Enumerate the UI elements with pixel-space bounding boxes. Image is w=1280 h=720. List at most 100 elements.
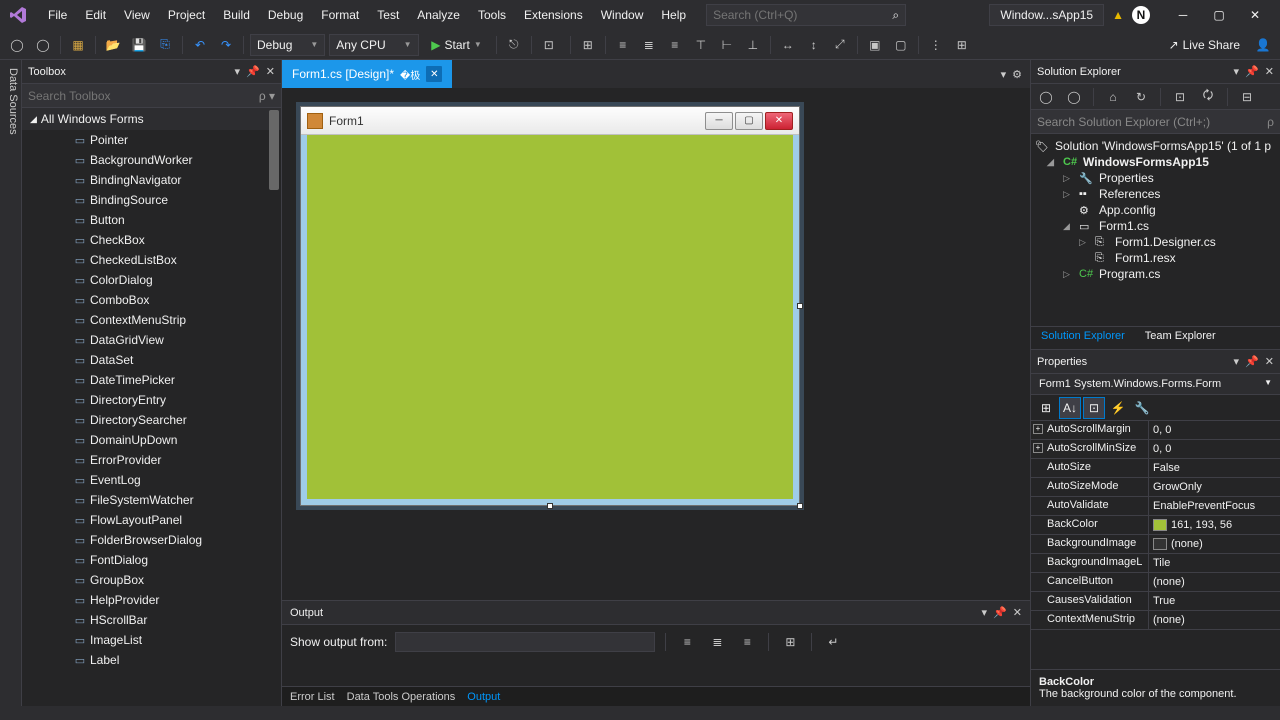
toolbox-item[interactable]: ▭DirectorySearcher — [22, 410, 281, 430]
output-btn3[interactable]: ≡ — [736, 631, 758, 653]
redo-icon[interactable]: ↷ — [215, 34, 237, 56]
menu-help[interactable]: Help — [653, 4, 694, 26]
save-icon[interactable]: 💾 — [128, 34, 150, 56]
toolbox-item[interactable]: ▭DataSet — [22, 350, 281, 370]
menu-format[interactable]: Format — [313, 4, 367, 26]
tree-references[interactable]: ▷▪▪References — [1031, 186, 1280, 202]
form-designer[interactable]: Form1 ─ ▢ ✕ — [282, 88, 1030, 600]
align-mid-icon[interactable]: ⊢ — [716, 34, 738, 56]
output-btn2[interactable]: ≣ — [706, 631, 728, 653]
align-center-icon[interactable]: ≣ — [638, 34, 660, 56]
resize-handle-s[interactable] — [547, 503, 553, 509]
scrollbar-thumb[interactable] — [269, 110, 279, 190]
toolbox-search[interactable]: ρ ▾ — [22, 84, 281, 108]
output-btn1[interactable]: ≡ — [676, 631, 698, 653]
resize-handle-se[interactable] — [797, 503, 803, 509]
toolbox-item[interactable]: ▭ImageList — [22, 630, 281, 650]
toolbox-item[interactable]: ▭DomainUpDown — [22, 430, 281, 450]
toolbox-item[interactable]: ▭DateTimePicker — [22, 370, 281, 390]
menu-build[interactable]: Build — [215, 4, 258, 26]
toolbox-item[interactable]: ▭BindingNavigator — [22, 170, 281, 190]
toolbox-item[interactable]: ▭DirectoryEntry — [22, 390, 281, 410]
open-icon[interactable]: 📂 — [102, 34, 124, 56]
form-window[interactable]: Form1 ─ ▢ ✕ — [300, 106, 800, 506]
nav-back-icon[interactable]: ◯ — [6, 34, 28, 56]
attach-icon[interactable]: ⎋ — [503, 34, 525, 56]
solution-search[interactable]: Search Solution Explorer (Ctrl+;) ρ — [1031, 110, 1280, 134]
toolbox-item[interactable]: ▭DataGridView — [22, 330, 281, 350]
toolbox-item[interactable]: ▭BackgroundWorker — [22, 150, 281, 170]
hspace-icon[interactable]: ↔ — [777, 34, 799, 56]
toolbox-item[interactable]: ▭HelpProvider — [22, 590, 281, 610]
search-input[interactable] — [713, 8, 892, 22]
menu-project[interactable]: Project — [160, 4, 213, 26]
toolbox-group[interactable]: ◢All Windows Forms — [22, 108, 281, 130]
menu-tools[interactable]: Tools — [470, 4, 514, 26]
toolbox-item[interactable]: ▭Pointer — [22, 130, 281, 150]
tree-properties[interactable]: ▷🔧Properties — [1031, 170, 1280, 186]
resize-handle-e[interactable] — [797, 303, 803, 309]
nav-fwd-icon[interactable]: ◯ — [32, 34, 54, 56]
config-dropdown[interactable]: Debug▼ — [250, 34, 325, 56]
property-row[interactable]: AutoValidateEnablePreventFocus — [1031, 497, 1280, 516]
back-icon[interactable]: ◯ — [1035, 86, 1057, 108]
tree-form1-resx[interactable]: ⎘Form1.resx — [1031, 250, 1280, 266]
close-icon[interactable]: ✕ — [1013, 606, 1022, 619]
property-row[interactable]: CancelButton(none) — [1031, 573, 1280, 592]
property-row[interactable]: AutoSizeModeGrowOnly — [1031, 478, 1280, 497]
toolbox-item[interactable]: ▭Button — [22, 210, 281, 230]
tab-output[interactable]: Output — [467, 691, 500, 703]
tree-form1[interactable]: ◢▭Form1.cs — [1031, 218, 1280, 234]
toolbox-search-input[interactable] — [28, 89, 259, 103]
maximize-button[interactable]: ▢ — [1202, 2, 1236, 28]
tree-appconfig[interactable]: ⚙App.config — [1031, 202, 1280, 218]
align-right-icon[interactable]: ≡ — [664, 34, 686, 56]
platform-dropdown[interactable]: Any CPU▼ — [329, 34, 419, 56]
dropdown-icon[interactable]: ▾ — [1234, 355, 1240, 368]
undo-icon[interactable]: ↶ — [189, 34, 211, 56]
pin-icon[interactable]: 📌 — [993, 606, 1007, 619]
close-icon[interactable]: ✕ — [1265, 65, 1274, 78]
gear-icon[interactable]: ⚙ — [1012, 68, 1022, 81]
tab-error-list[interactable]: Error List — [290, 691, 335, 703]
collapse-icon[interactable]: ⊟ — [1236, 86, 1258, 108]
toolbox-item[interactable]: ▭Label — [22, 650, 281, 670]
align-bot-icon[interactable]: ⊥ — [742, 34, 764, 56]
notifications-icon[interactable]: N — [1132, 6, 1150, 24]
pin-icon[interactable]: 📌 — [1245, 355, 1259, 368]
output-clear-icon[interactable]: ⊞ — [779, 631, 801, 653]
tab-order-icon[interactable]: ⋮ — [925, 34, 947, 56]
data-sources-tab[interactable]: Data Sources — [0, 60, 22, 706]
dropdown-icon[interactable]: ▾ — [1234, 65, 1240, 78]
menu-extensions[interactable]: Extensions — [516, 4, 591, 26]
start-button[interactable]: ▶Start▼ — [423, 34, 490, 56]
toolbox-item[interactable]: ▭CheckBox — [22, 230, 281, 250]
live-share-button[interactable]: ↗Live Share — [1161, 38, 1248, 52]
toolbox-item[interactable]: ▭FontDialog — [22, 550, 281, 570]
align-grid-icon[interactable]: ⊞ — [577, 34, 599, 56]
dropdown-icon[interactable]: ▾ — [235, 65, 241, 78]
properties-icon[interactable]: ⊡ — [1083, 397, 1105, 419]
menu-view[interactable]: View — [116, 4, 158, 26]
close-icon[interactable]: ✕ — [1265, 355, 1274, 368]
menu-file[interactable]: File — [40, 4, 75, 26]
close-tab-icon[interactable]: ✕ — [426, 66, 442, 82]
output-source-dropdown[interactable] — [395, 632, 655, 652]
save-all-icon[interactable]: ⎘ — [154, 34, 176, 56]
toolbox-item[interactable]: ▭ComboBox — [22, 290, 281, 310]
show-all-icon[interactable]: ⊡ — [1169, 86, 1191, 108]
tree-program[interactable]: ▷C#Program.cs — [1031, 266, 1280, 282]
refresh-icon[interactable]: 🗘 — [1197, 86, 1219, 108]
property-row[interactable]: BackgroundImage(none) — [1031, 535, 1280, 554]
menu-analyze[interactable]: Analyze — [409, 4, 468, 26]
property-row[interactable]: +AutoScrollMinSize0, 0 — [1031, 440, 1280, 459]
properties-object[interactable]: Form1 System.Windows.Forms.Form ▼ — [1031, 374, 1280, 395]
align-left-icon[interactable]: ≡ — [612, 34, 634, 56]
form-body[interactable] — [301, 135, 799, 505]
toolbox-item[interactable]: ▭FlowLayoutPanel — [22, 510, 281, 530]
alphabetical-icon[interactable]: A↓ — [1059, 397, 1081, 419]
property-row[interactable]: +AutoScrollMargin0, 0 — [1031, 421, 1280, 440]
toolbox-item[interactable]: ▭ColorDialog — [22, 270, 281, 290]
pin-icon[interactable]: �极 — [400, 67, 420, 82]
tab-form1-design[interactable]: Form1.cs [Design]* �极 ✕ — [282, 60, 452, 88]
